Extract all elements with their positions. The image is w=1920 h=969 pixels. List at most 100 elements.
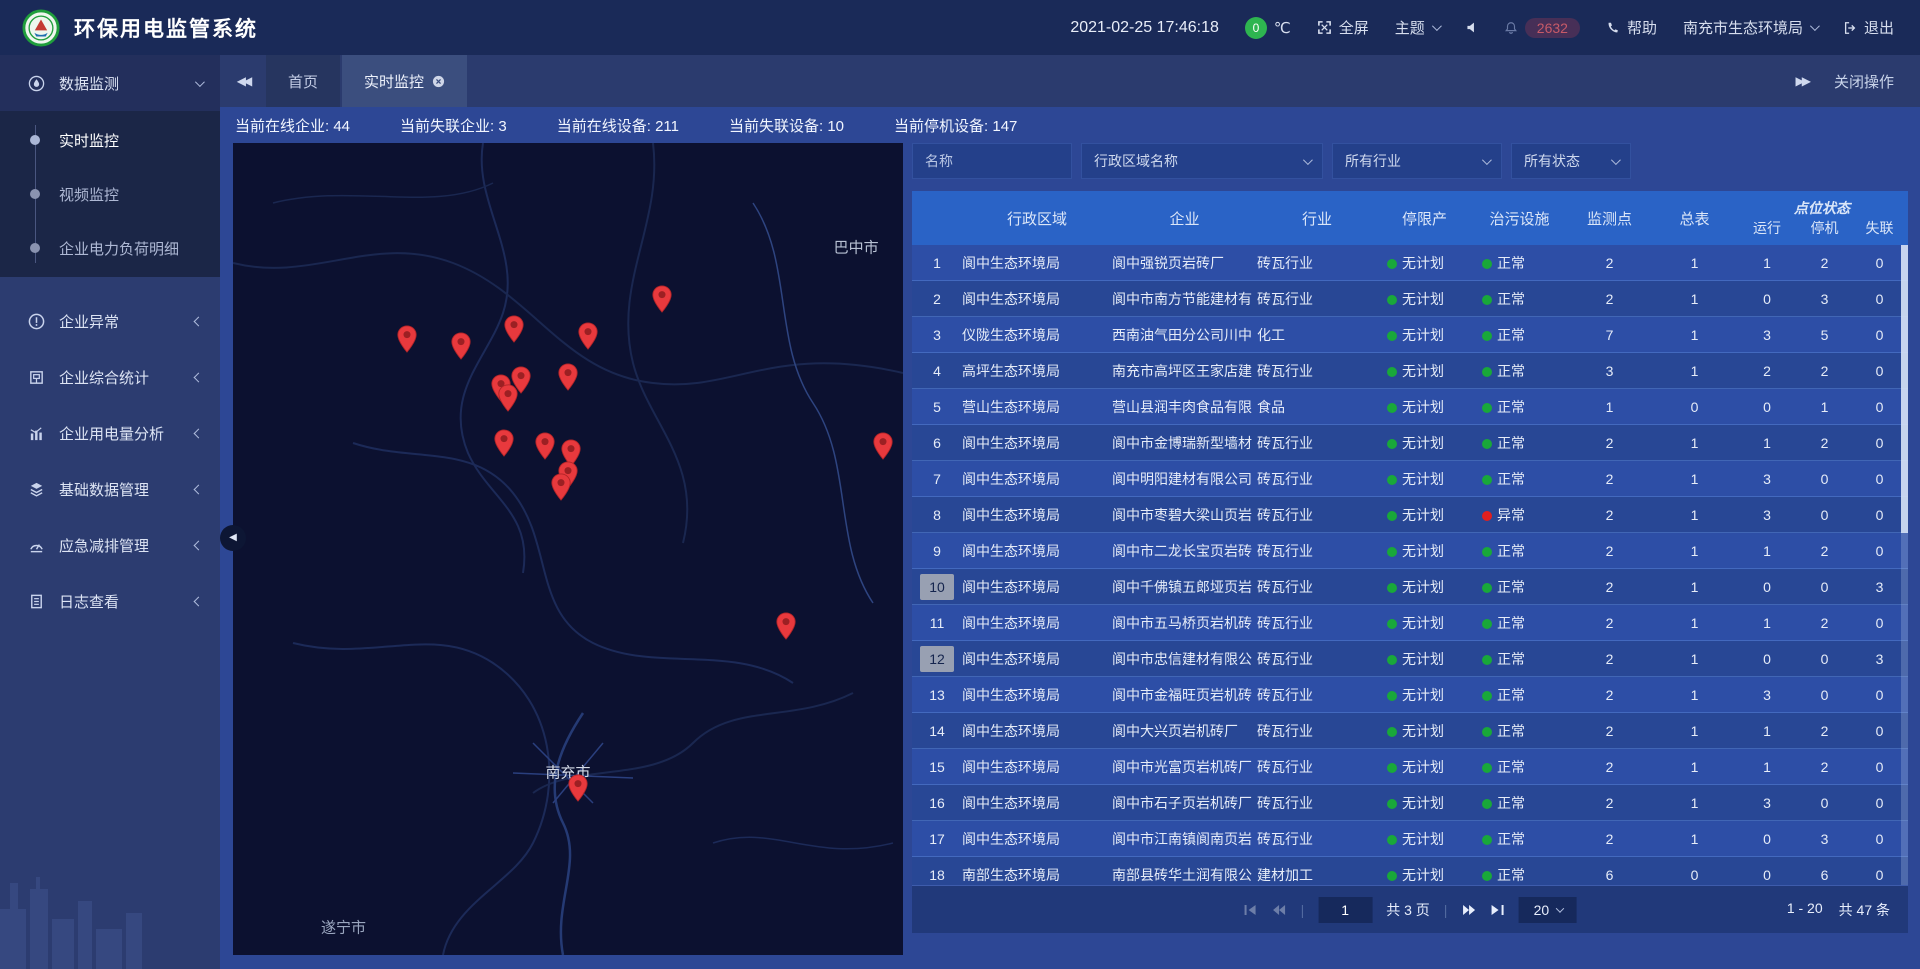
sidebar-item[interactable]: 应急减排管理 xyxy=(0,517,220,573)
fullscreen-button[interactable]: 全屏 xyxy=(1317,17,1369,38)
state-filter-select[interactable]: 所有状态 xyxy=(1511,143,1631,179)
row-number: 13 xyxy=(912,687,962,703)
tabs-scroll-right-button[interactable]: ▶▶ xyxy=(1796,74,1808,88)
table-row[interactable]: 17阆中生态环境局阆中市江南镇阆南页岩砖瓦行业无计划正常21030 xyxy=(912,821,1908,857)
next-page-button[interactable] xyxy=(1461,904,1476,916)
map-pin-icon[interactable] xyxy=(568,774,589,807)
status-dot-icon xyxy=(1387,655,1397,665)
column-header[interactable]: 总表 xyxy=(1652,208,1737,229)
chevron-left-icon xyxy=(194,484,204,494)
table-scrollbar[interactable] xyxy=(1901,245,1908,885)
close-operations-button[interactable]: 关闭操作 xyxy=(1834,71,1894,92)
cell-company: 阆中市石子页岩机砖厂 xyxy=(1112,793,1257,813)
status-dot-icon xyxy=(1482,547,1492,557)
cell-company: 阆中大兴页岩机砖厂 xyxy=(1112,721,1257,741)
sidebar-subitem[interactable]: 实时监控 xyxy=(0,113,220,167)
logout-button[interactable]: 退出 xyxy=(1843,17,1894,38)
cell-down: 2 xyxy=(1797,435,1852,451)
table-row[interactable]: 15阆中生态环境局阆中市光富页岩机砖厂砖瓦行业无计划正常21120 xyxy=(912,749,1908,785)
map-pin-icon[interactable] xyxy=(872,432,893,465)
cell-company: 阆中千佛镇五郎垭页岩 xyxy=(1112,577,1257,597)
status-value: 3 xyxy=(498,118,506,135)
sidebar-item[interactable]: 企业用电量分析 xyxy=(0,405,220,461)
tabs-scroll-left-button[interactable]: ◀◀ xyxy=(220,55,266,107)
table-row[interactable]: 2阆中生态环境局阆中市南方节能建材有砖瓦行业无计划正常21030 xyxy=(912,281,1908,317)
row-number: 5 xyxy=(912,399,962,415)
table-row[interactable]: 16阆中生态环境局阆中市石子页岩机砖厂砖瓦行业无计划正常21300 xyxy=(912,785,1908,821)
page-number-input[interactable]: 1 xyxy=(1318,897,1372,923)
map-pin-icon[interactable] xyxy=(558,363,579,396)
tab-实时监控[interactable]: 实时监控 xyxy=(342,55,467,107)
table-row[interactable]: 13阆中生态环境局阆中市金福旺页岩机砖砖瓦行业无计划正常21300 xyxy=(912,677,1908,713)
table-row[interactable]: 4高坪生态环境局南充市高坪区王家店建砖瓦行业无计划正常31220 xyxy=(912,353,1908,389)
map-pin-icon[interactable] xyxy=(775,612,796,645)
table-row[interactable]: 10阆中生态环境局阆中千佛镇五郎垭页岩砖瓦行业无计划正常21003 xyxy=(912,569,1908,605)
sidebar-subitem[interactable]: 视频监控 xyxy=(0,167,220,221)
help-button[interactable]: 帮助 xyxy=(1606,17,1657,38)
table-row[interactable]: 6阆中生态环境局阆中市金博瑞新型墙材砖瓦行业无计划正常21120 xyxy=(912,425,1908,461)
table-row[interactable]: 7阆中生态环境局阆中明阳建材有限公司砖瓦行业无计划正常21300 xyxy=(912,461,1908,497)
map-pin-icon[interactable] xyxy=(534,432,555,465)
table-row[interactable]: 11阆中生态环境局阆中市五马桥页岩机砖砖瓦行业无计划正常21120 xyxy=(912,605,1908,641)
sidebar-item[interactable]: 数据监测 xyxy=(0,55,220,111)
org-dropdown[interactable]: 南充市生态环境局 xyxy=(1683,17,1817,38)
name-filter-input[interactable] xyxy=(925,153,1059,169)
notification-count-badge: 2632 xyxy=(1525,18,1580,38)
column-header[interactable]: 行业 xyxy=(1257,208,1377,229)
cell-meters: 0 xyxy=(1652,399,1737,415)
close-icon[interactable] xyxy=(432,75,445,88)
sidebar-subitem[interactable]: 企业电力负荷明细 xyxy=(0,221,220,275)
cell-meters: 1 xyxy=(1652,363,1737,379)
map-pin-icon[interactable] xyxy=(551,473,572,506)
column-header[interactable]: 监测点 xyxy=(1567,208,1652,229)
column-header[interactable]: 停机 xyxy=(1797,218,1852,238)
column-header[interactable]: 失联 xyxy=(1852,218,1907,238)
column-header[interactable]: 治污设施 xyxy=(1472,208,1567,229)
map-pin-icon[interactable] xyxy=(494,429,515,462)
map-pin-icon[interactable] xyxy=(578,322,599,355)
tab-首页[interactable]: 首页 xyxy=(266,55,340,107)
chevron-left-icon xyxy=(194,372,204,382)
map-pin-icon[interactable] xyxy=(497,384,518,417)
table-row[interactable]: 8阆中生态环境局阆中市枣碧大梁山页岩砖瓦行业无计划异常21300 xyxy=(912,497,1908,533)
logout-icon xyxy=(1843,21,1857,35)
notifications[interactable]: 2632 xyxy=(1504,18,1580,38)
status-dot-icon xyxy=(1482,835,1492,845)
table-row[interactable]: 9阆中生态环境局阆中市二龙长宝页岩砖砖瓦行业无计划正常21120 xyxy=(912,533,1908,569)
map-pin-icon[interactable] xyxy=(651,285,672,318)
map-pin-icon[interactable] xyxy=(397,325,418,358)
record-total-label: 共 47 条 xyxy=(1839,900,1890,920)
industry-filter-select[interactable]: 所有行业 xyxy=(1332,143,1502,179)
sidebar-item[interactable]: 企业综合统计 xyxy=(0,349,220,405)
column-header[interactable]: 停限产 xyxy=(1377,208,1472,229)
column-header[interactable]: 运行 xyxy=(1737,218,1797,238)
prev-page-button[interactable] xyxy=(1272,904,1287,916)
table-row[interactable]: 3仪陇生态环境局西南油气田分公司川中化工无计划正常71350 xyxy=(912,317,1908,353)
status-dot-icon xyxy=(1482,295,1492,305)
table-row[interactable]: 12阆中生态环境局阆中市忠信建材有限公砖瓦行业无计划正常21003 xyxy=(912,641,1908,677)
page-size-select[interactable]: 20 xyxy=(1518,897,1576,923)
table-row[interactable]: 14阆中生态环境局阆中大兴页岩机砖厂砖瓦行业无计划正常21120 xyxy=(912,713,1908,749)
status-label: 当前停机设备: xyxy=(894,118,992,135)
table-row[interactable]: 5营山生态环境局营山县润丰肉食品有限食品无计划正常10010 xyxy=(912,389,1908,425)
mute-button[interactable] xyxy=(1465,21,1478,34)
region-filter-select[interactable]: 行政区域名称 xyxy=(1081,143,1323,179)
column-header[interactable]: 企业 xyxy=(1112,208,1257,229)
map-pin-icon[interactable] xyxy=(450,332,471,365)
sidebar-item[interactable]: 企业异常 xyxy=(0,293,220,349)
name-filter-field[interactable] xyxy=(912,143,1072,179)
sidebar-item[interactable]: 日志查看 xyxy=(0,573,220,629)
first-page-button[interactable] xyxy=(1244,904,1258,916)
column-header[interactable]: 行政区域 xyxy=(962,208,1112,229)
cell-lost: 0 xyxy=(1852,435,1907,451)
table-row[interactable]: 18南部生态环境局南部县砖华土润有限公建材加工无计划正常60060 xyxy=(912,857,1908,885)
map-panel[interactable]: ◀ 巴中市南充市遂宁市 xyxy=(233,143,903,955)
sidebar-item[interactable]: 基础数据管理 xyxy=(0,461,220,517)
table-row[interactable]: 1阆中生态环境局阆中强锐页岩砖厂砖瓦行业无计划正常21120 xyxy=(912,245,1908,281)
theme-dropdown[interactable]: 主题 xyxy=(1395,17,1439,38)
cell-company: 南部县砖华土润有限公 xyxy=(1112,865,1257,885)
status-label: 当前失联设备: xyxy=(729,118,827,135)
map-collapse-handle[interactable]: ◀ xyxy=(220,525,246,551)
last-page-button[interactable] xyxy=(1490,904,1504,916)
map-pin-icon[interactable] xyxy=(504,315,525,348)
